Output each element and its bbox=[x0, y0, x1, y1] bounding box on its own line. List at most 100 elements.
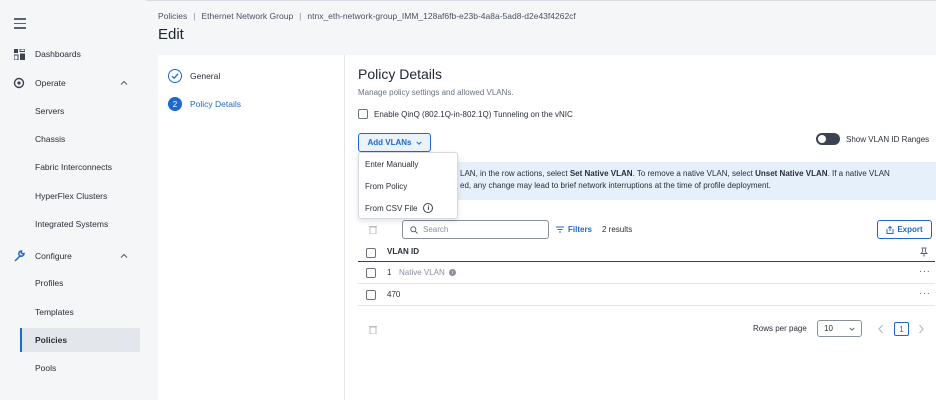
menu-item-enter-manually[interactable]: Enter Manually bbox=[365, 160, 418, 169]
chevron-up-icon[interactable] bbox=[120, 79, 128, 87]
vlan-id-cell: 470 bbox=[387, 290, 401, 299]
section-subtitle: Manage policy settings and allowed VLANs… bbox=[358, 88, 514, 97]
menu-item-label: From CSV File bbox=[365, 203, 418, 213]
search-placeholder: Search bbox=[423, 225, 449, 234]
row-actions-icon[interactable]: ··· bbox=[919, 288, 931, 299]
menu-item-label: From Policy bbox=[365, 182, 408, 191]
sidebar-item-pools[interactable]: Pools bbox=[0, 356, 146, 380]
menu-item-from-policy[interactable]: From Policy bbox=[365, 182, 407, 191]
search-input[interactable]: Search bbox=[402, 220, 549, 239]
show-vlan-ranges-label: Show VLAN ID Ranges bbox=[846, 134, 930, 144]
export-button[interactable]: Export bbox=[877, 220, 932, 239]
qinq-option[interactable]: Enable QinQ (802.1Q-in-802.1Q) Tunneling… bbox=[358, 109, 573, 119]
info-text: . To remove a native VLAN, select bbox=[632, 169, 756, 178]
step-policy-details[interactable]: 2 Policy Details bbox=[168, 97, 241, 111]
operate-icon bbox=[13, 77, 25, 89]
wrench-icon bbox=[13, 250, 25, 262]
sidebar-item-label: Dashboards bbox=[35, 49, 81, 59]
chevron-up-icon[interactable] bbox=[120, 252, 128, 260]
row-checkbox[interactable] bbox=[366, 290, 376, 300]
column-header-vlan-id[interactable]: VLAN ID bbox=[387, 247, 419, 256]
step-general[interactable]: General bbox=[168, 69, 220, 83]
row-actions-icon[interactable]: ··· bbox=[919, 266, 931, 277]
sidebar-item-profiles[interactable]: Profiles bbox=[0, 271, 146, 295]
add-vlans-label: Add VLANs bbox=[367, 138, 412, 147]
breadcrumb-separator: | bbox=[299, 11, 302, 21]
sidebar-item-label: Pools bbox=[35, 363, 57, 373]
chevron-right-icon[interactable] bbox=[917, 324, 925, 334]
filters-button[interactable]: Filters bbox=[556, 225, 592, 234]
step-label: General bbox=[190, 71, 221, 81]
delete-icon[interactable] bbox=[369, 325, 377, 334]
chevron-down-icon bbox=[849, 327, 855, 331]
rows-per-page-label: Rows per page bbox=[753, 324, 807, 333]
sidebar-item-label: HyperFlex Clusters bbox=[35, 191, 108, 201]
step-label: Policy Details bbox=[190, 99, 242, 109]
table-row: 470 ··· bbox=[358, 284, 935, 306]
row-checkbox[interactable] bbox=[366, 268, 376, 278]
hamburger-menu-icon[interactable] bbox=[14, 18, 26, 30]
native-vlan-label: Native VLAN bbox=[399, 268, 445, 277]
breadcrumb-ethernet-network-group[interactable]: Ethernet Network Group bbox=[202, 11, 294, 21]
chevron-left-icon[interactable] bbox=[877, 324, 885, 334]
check-icon bbox=[168, 69, 182, 83]
native-vlan-tag: Native VLAN i bbox=[399, 268, 456, 277]
sidebar-item-configure[interactable]: Configure bbox=[0, 244, 146, 268]
delete-icon[interactable] bbox=[369, 225, 377, 234]
sidebar-item-label: Configure bbox=[35, 251, 72, 261]
sidebar-item-label: Fabric Interconnects bbox=[35, 162, 113, 172]
filters-label: Filters bbox=[568, 225, 593, 234]
breadcrumb-policies[interactable]: Policies bbox=[158, 11, 187, 21]
wizard-steps: General 2 Policy Details bbox=[158, 55, 345, 400]
sidebar-item-hyperflex-clusters[interactable]: HyperFlex Clusters bbox=[0, 184, 146, 208]
select-all-checkbox[interactable] bbox=[366, 248, 376, 258]
show-vlan-ranges-toggle[interactable] bbox=[816, 133, 840, 145]
info-icon[interactable]: i bbox=[423, 203, 434, 213]
info-text: LAN, in the row actions, select bbox=[460, 169, 570, 178]
breadcrumb-policy-name: ntnx_eth-network-group_IMM_128af6fb-e23b… bbox=[307, 11, 576, 21]
sidebar-item-policies[interactable]: Policies bbox=[20, 328, 140, 352]
filter-icon bbox=[556, 226, 564, 233]
table-header: VLAN ID bbox=[358, 242, 935, 262]
info-text: . If a native VLAN bbox=[827, 169, 890, 178]
current-page[interactable]: 1 bbox=[894, 322, 909, 336]
sidebar: Dashboards Operate Servers Chassis Fabri… bbox=[0, 0, 146, 400]
divider bbox=[146, 0, 936, 1]
sidebar-item-integrated-systems[interactable]: Integrated Systems bbox=[0, 212, 146, 236]
sidebar-item-label: Templates bbox=[35, 307, 74, 317]
sidebar-item-templates[interactable]: Templates bbox=[0, 300, 146, 324]
menu-item-label: Enter Manually bbox=[365, 160, 419, 169]
sidebar-item-label: Policies bbox=[35, 335, 68, 345]
sidebar-item-label: Integrated Systems bbox=[35, 219, 109, 229]
policy-details-content: Policy Details Manage policy settings an… bbox=[358, 55, 936, 400]
show-vlan-ranges[interactable]: Show VLAN ID Ranges bbox=[816, 133, 929, 145]
info-icon[interactable]: i bbox=[448, 269, 456, 276]
sidebar-item-dashboards[interactable]: Dashboards bbox=[0, 42, 146, 66]
menu-item-from-csv-file[interactable]: From CSV File i bbox=[365, 203, 434, 213]
sidebar-item-label: Chassis bbox=[35, 134, 66, 144]
sidebar-item-fabric-interconnects[interactable]: Fabric Interconnects bbox=[0, 155, 146, 179]
wizard-panel: General 2 Policy Details Policy Details … bbox=[158, 55, 936, 400]
pin-icon[interactable] bbox=[919, 247, 929, 257]
breadcrumb-separator: | bbox=[193, 11, 196, 21]
export-label: Export bbox=[897, 225, 923, 234]
vlan-id-cell: 1 bbox=[387, 268, 392, 277]
qinq-checkbox[interactable] bbox=[358, 109, 368, 119]
sidebar-item-label: Servers bbox=[35, 106, 65, 116]
rows-per-page-value: 10 bbox=[824, 324, 833, 333]
qinq-label: Enable QinQ (802.1Q-in-802.1Q) Tunneling… bbox=[374, 109, 573, 119]
sidebar-item-chassis[interactable]: Chassis bbox=[0, 127, 146, 151]
add-vlans-dropdown: Enter Manually From Policy From CSV File… bbox=[358, 152, 458, 219]
sidebar-item-servers[interactable]: Servers bbox=[0, 99, 146, 123]
step-number: 2 bbox=[168, 97, 182, 111]
breadcrumb: Policies | Ethernet Network Group | ntnx… bbox=[158, 11, 576, 21]
info-line-2: ed, any change may lead to brief network… bbox=[460, 181, 771, 190]
info-text-bold: Set Native VLAN bbox=[569, 169, 633, 178]
sidebar-item-label: Operate bbox=[35, 78, 66, 88]
rows-per-page-select[interactable]: 10 bbox=[817, 320, 862, 337]
section-heading: Policy Details bbox=[358, 66, 443, 82]
sidebar-item-operate[interactable]: Operate bbox=[0, 71, 146, 95]
search-icon bbox=[410, 225, 418, 234]
add-vlans-button[interactable]: Add VLANs bbox=[358, 133, 431, 152]
table-row: 1 Native VLAN i ··· bbox=[358, 262, 935, 284]
